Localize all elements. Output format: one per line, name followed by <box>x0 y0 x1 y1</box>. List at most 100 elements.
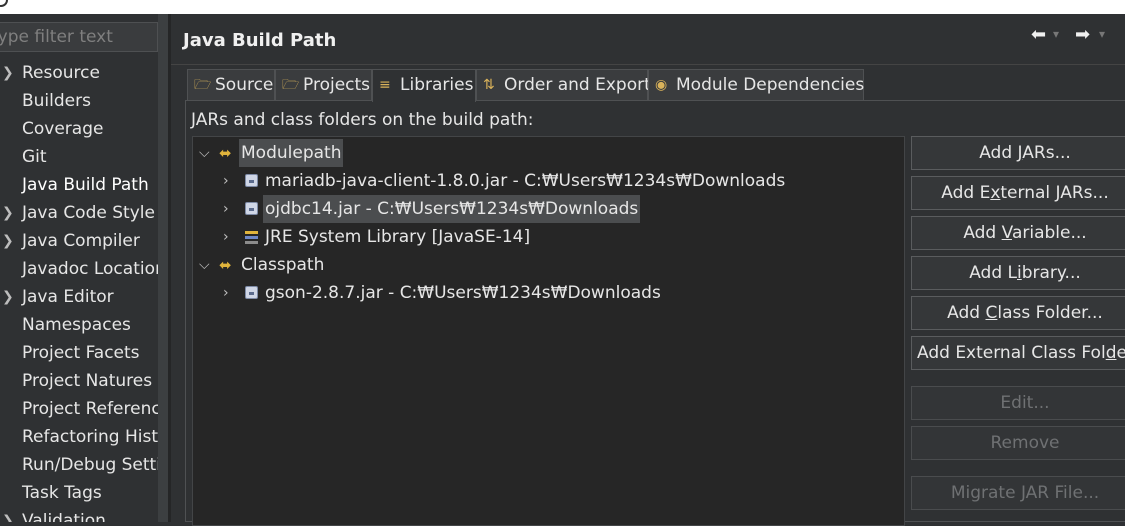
libraries-tree[interactable]: ⌵ ⬌ Modulepath › mariadb-java-client-1.8… <box>192 136 905 526</box>
add-variable-button[interactable]: Add Variable... <box>911 216 1125 250</box>
preferences-nav-pane: ❯ Resource Builders Coverage Git Java Bui… <box>0 14 168 522</box>
page-title: Java Build Path <box>183 30 337 51</box>
add-class-folder-button[interactable]: Add Class Folder... <box>911 296 1125 330</box>
module-icon: ◉ <box>655 77 668 93</box>
chevron-right-icon[interactable]: ❯ <box>2 227 16 255</box>
button-label-part: Add <box>963 223 1002 243</box>
back-dropdown-icon[interactable]: ▾ <box>1053 27 1059 41</box>
nav-item-project-natures[interactable]: Project Natures <box>0 367 160 395</box>
nav-item-label: Namespaces <box>22 315 131 335</box>
nav-item-builders[interactable]: Builders <box>0 87 160 115</box>
nav-item-namespaces[interactable]: Namespaces <box>0 311 160 339</box>
nav-scrollbar[interactable] <box>158 14 168 522</box>
filter-box <box>0 22 158 52</box>
nav-item-git[interactable]: Git <box>0 143 160 171</box>
nav-item-resource[interactable]: ❯ Resource <box>0 59 160 87</box>
button-mnemonic: d <box>1105 343 1117 363</box>
nav-item-java-code-style[interactable]: ❯ Java Code Style <box>0 199 160 227</box>
tree-node-label: ojdbc14.jar - C:₩Users₩1234s₩Downloads <box>263 195 641 223</box>
remove-button: Remove <box>911 426 1125 460</box>
chevron-right-icon[interactable]: › <box>223 167 237 195</box>
button-label-part: Add E <box>941 183 991 203</box>
modulepath-icon: ⬌ <box>219 144 232 162</box>
tab-order-and-export[interactable]: ⇅ Order and Export <box>476 69 651 100</box>
chevron-right-icon[interactable]: ❯ <box>2 283 16 311</box>
tab-label: Libraries <box>400 75 474 95</box>
tree-node-label: mariadb-java-client-1.8.0.jar - C:₩Users… <box>265 171 786 191</box>
title-separator <box>171 64 1125 65</box>
build-path-page: Java Build Path ⬅ ▾ ➡ ▾ 🗁 Source 🗁 Proje… <box>171 14 1125 526</box>
tab-label: Order and Export <box>504 75 651 95</box>
history-nav: ⬅ ▾ ➡ ▾ <box>1029 24 1123 46</box>
jar-icon <box>245 174 258 187</box>
chevron-down-icon[interactable]: ⌵ <box>199 139 213 167</box>
forward-dropdown-icon[interactable]: ▾ <box>1099 27 1105 41</box>
button-label-part: Add L <box>969 263 1017 283</box>
nav-item-project-facets[interactable]: Project Facets <box>0 339 160 367</box>
button-label-part: brary... <box>1021 263 1081 283</box>
jar-icon <box>245 202 258 215</box>
tab-module-dependencies[interactable]: ◉ Module Dependencies <box>648 69 864 100</box>
nav-item-label: Refactoring History <box>22 427 168 447</box>
chevron-right-icon[interactable]: › <box>223 223 237 251</box>
eclipse-app-icon <box>0 0 8 7</box>
button-label-part: Add External Class Fol <box>917 343 1106 363</box>
button-label-part: ternal JARs... <box>1000 183 1109 203</box>
add-jars-button[interactable]: Add JARs... <box>911 136 1125 170</box>
nav-item-java-compiler[interactable]: ❯ Java Compiler <box>0 227 160 255</box>
chevron-right-icon[interactable]: › <box>223 279 237 307</box>
projects-folder-icon: 🗁 <box>282 77 300 93</box>
button-mnemonic: x <box>990 183 1001 203</box>
nav-item-java-build-path[interactable]: Java Build Path <box>0 171 160 199</box>
chevron-down-icon[interactable]: ⌵ <box>199 251 213 279</box>
libraries-icon: ≡ <box>379 77 391 93</box>
nav-item-label: Task Tags <box>22 483 102 503</box>
nav-item-label: Run/Debug Settings <box>22 455 168 475</box>
nav-item-label: Java Compiler <box>22 231 140 251</box>
nav-item-project-references[interactable]: Project References <box>0 395 168 423</box>
tree-node-label: JRE System Library [JavaSE-14] <box>265 227 531 247</box>
chevron-right-icon[interactable]: ❯ <box>2 507 16 522</box>
button-mnemonic: V <box>1001 223 1012 243</box>
nav-item-label: Validation <box>22 511 106 522</box>
section-label: JARs and class folders on the build path… <box>191 110 534 130</box>
nav-item-coverage[interactable]: Coverage <box>0 115 160 143</box>
forward-arrow-icon[interactable]: ➡ <box>1075 24 1090 45</box>
tab-label: Source <box>215 75 274 95</box>
add-external-jars-button[interactable]: Add External JARs... <box>911 176 1125 210</box>
nav-item-label: Java Build Path <box>22 175 149 195</box>
nav-item-validation[interactable]: ❯ Validation <box>0 507 160 522</box>
nav-item-java-editor[interactable]: ❯ Java Editor <box>0 283 160 311</box>
nav-item-label: Builders <box>22 91 91 111</box>
edit-button: Edit... <box>911 386 1125 420</box>
nav-item-label: Java Code Style <box>22 203 155 223</box>
order-export-icon: ⇅ <box>483 77 495 93</box>
library-icon <box>245 231 258 244</box>
nav-item-javadoc-location[interactable]: Javadoc Location <box>0 255 166 283</box>
tab-source[interactable]: 🗁 Source <box>187 69 275 100</box>
jar-icon <box>245 286 258 299</box>
chevron-right-icon[interactable]: ❯ <box>2 59 16 87</box>
nav-item-run-debug-settings[interactable]: Run/Debug Settings <box>0 451 168 479</box>
nav-item-label: Javadoc Location <box>22 259 166 279</box>
button-label-part: ariable... <box>1011 223 1087 243</box>
chevron-right-icon[interactable]: › <box>223 195 237 223</box>
tab-libraries[interactable]: ≡ Libraries <box>372 69 476 102</box>
nav-item-label: Project Natures <box>22 371 153 391</box>
add-external-class-folder-button[interactable]: Add External Class Folder... <box>911 336 1125 370</box>
nav-item-label: Project References <box>22 399 168 419</box>
filter-input[interactable] <box>0 23 147 51</box>
tab-projects[interactable]: 🗁 Projects <box>275 69 372 100</box>
source-folder-icon: 🗁 <box>194 77 212 93</box>
nav-item-refactoring-history[interactable]: Refactoring History <box>0 423 168 451</box>
chevron-right-icon[interactable]: ❯ <box>2 199 16 227</box>
nav-item-task-tags[interactable]: Task Tags <box>0 479 160 507</box>
nav-item-label: Coverage <box>22 119 104 139</box>
tab-label: Projects <box>303 75 371 95</box>
button-label-part: lass Folder... <box>997 303 1103 323</box>
add-library-button[interactable]: Add Library... <box>911 256 1125 290</box>
tree-node-label: Modulepath <box>239 139 344 167</box>
back-arrow-icon[interactable]: ⬅ <box>1031 24 1046 45</box>
tab-bar: 🗁 Source 🗁 Projects ≡ Libraries ⇅ Order … <box>185 69 1125 102</box>
nav-item-label: Project Facets <box>22 343 140 363</box>
